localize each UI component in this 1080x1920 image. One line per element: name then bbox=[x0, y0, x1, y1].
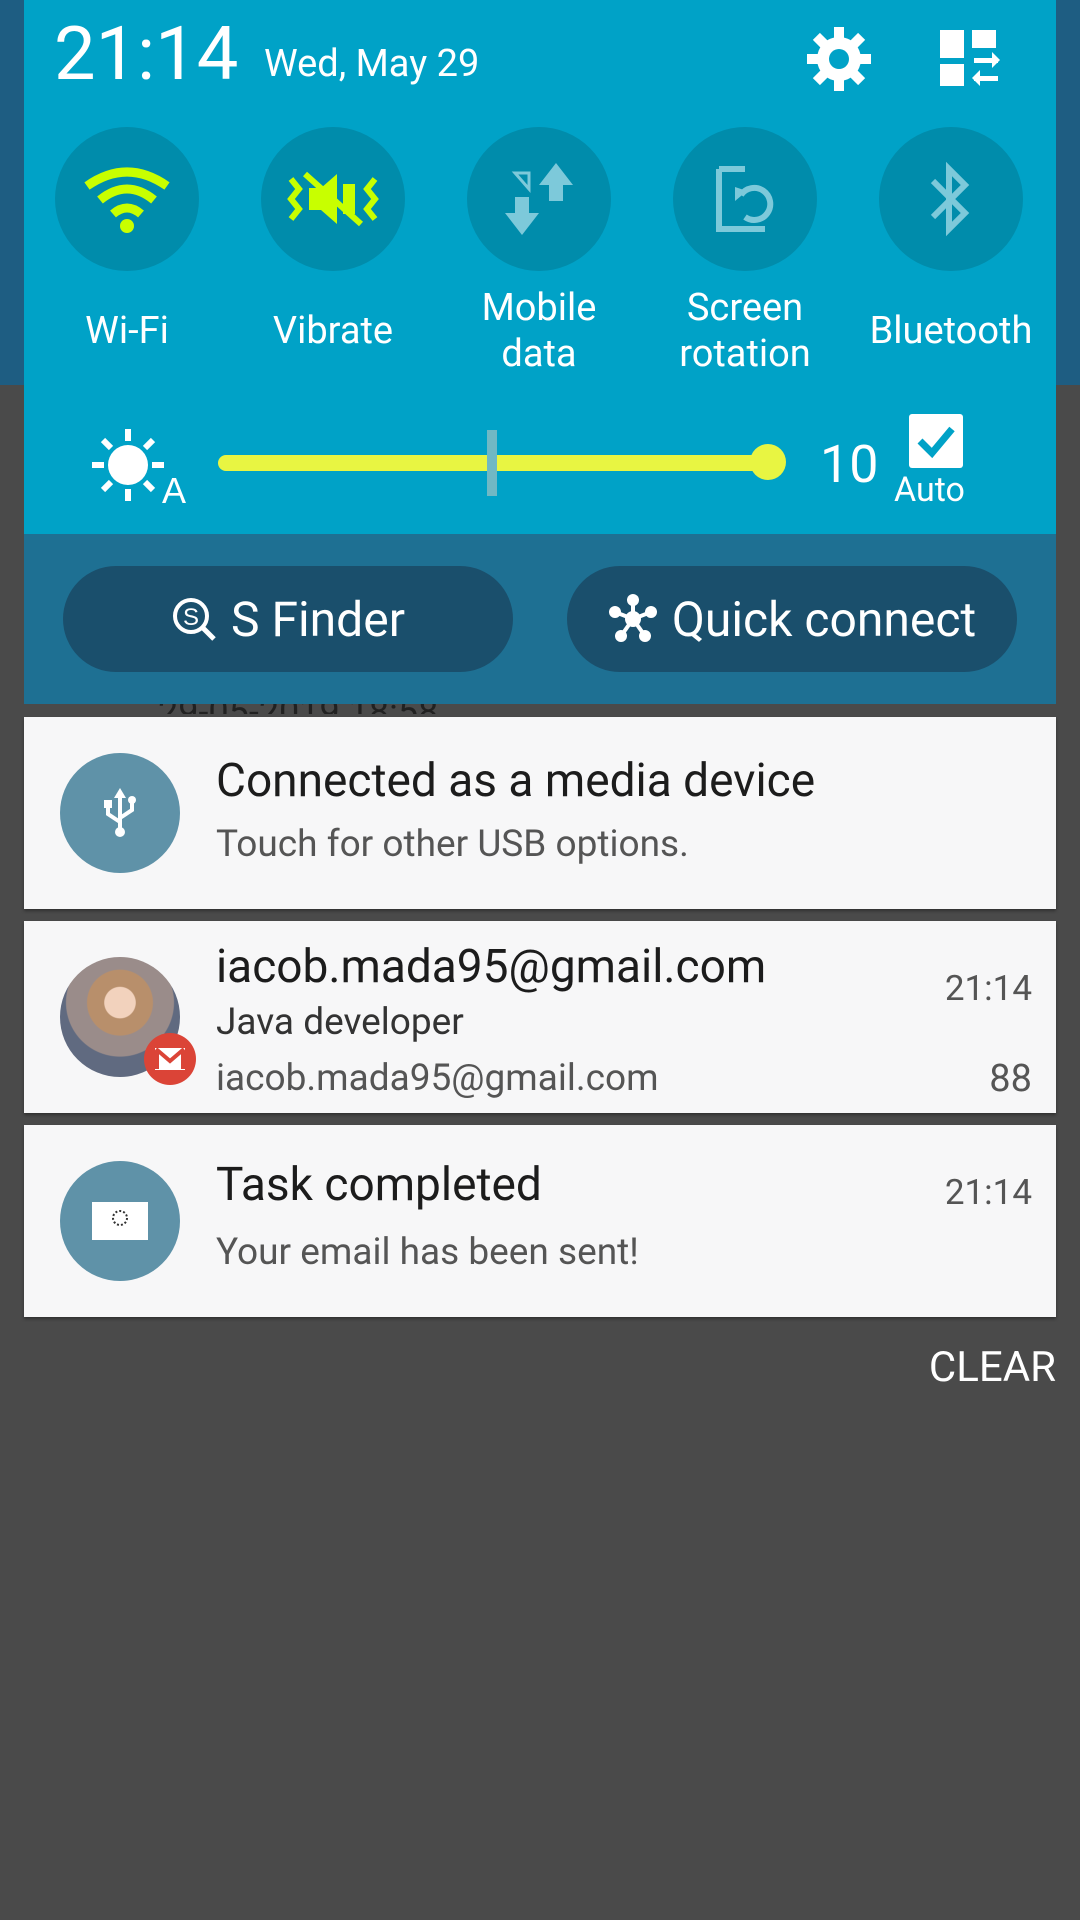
s-finder-button[interactable]: S S Finder bbox=[63, 566, 513, 672]
toggle-vibrate-label: Vibrate bbox=[272, 309, 394, 353]
status-time: 21:14 bbox=[54, 11, 239, 98]
auto-brightness-label: Auto bbox=[894, 470, 965, 510]
gmail-icon bbox=[154, 1047, 186, 1070]
gmail-badge bbox=[144, 1033, 196, 1085]
brightness-slider-marker bbox=[487, 430, 497, 496]
email-sent-icon bbox=[92, 1202, 148, 1240]
quick-settings-panel: 21:14 Wed, May 29 Wi-Fi Vibrate Mobile d… bbox=[24, 0, 1056, 534]
brightness-value: 10 bbox=[820, 434, 879, 495]
toggle-wifi-label: Wi-Fi bbox=[85, 309, 169, 353]
vibrate-icon bbox=[287, 171, 379, 227]
usb-icon bbox=[104, 788, 136, 837]
toggle-bluetooth-label: Bluetooth bbox=[869, 309, 1033, 353]
edit-toggles-icon[interactable] bbox=[934, 24, 1004, 94]
notification-account: iacob.mada95@gmail.com bbox=[216, 1057, 659, 1100]
quick-connect-button[interactable]: Quick connect bbox=[567, 566, 1017, 672]
brightness-slider-thumb[interactable] bbox=[750, 444, 786, 480]
auto-brightness-icon: A bbox=[92, 429, 186, 505]
quick-connect-icon bbox=[608, 594, 657, 642]
toggle-wifi[interactable]: Wi-Fi bbox=[24, 127, 230, 381]
notification-title: Connected as a media device bbox=[216, 754, 816, 808]
mobile-data-icon bbox=[505, 163, 573, 235]
settings-gear-icon[interactable] bbox=[804, 24, 874, 94]
notification-subject: Java developer bbox=[216, 1001, 464, 1044]
status-date: Wed, May 29 bbox=[264, 42, 480, 86]
svg-text:A: A bbox=[162, 470, 186, 505]
notification-title: Task completed bbox=[216, 1158, 542, 1212]
notification-title: iacob.mada95@gmail.com bbox=[216, 940, 767, 994]
quick-connect-label: Quick connect bbox=[671, 590, 977, 648]
bluetooth-icon bbox=[930, 161, 970, 237]
toggle-screen-rotation[interactable]: Screen rotation bbox=[642, 127, 848, 381]
notification-time: 21:14 bbox=[944, 1172, 1032, 1213]
clear-button[interactable]: CLEAR bbox=[929, 1342, 1056, 1394]
notification-gmail[interactable]: iacob.mada95@gmail.com 21:14 Java develo… bbox=[24, 921, 1056, 1113]
notification-text: Touch for other USB options. bbox=[216, 823, 689, 866]
task-notification-avatar bbox=[60, 1161, 180, 1281]
wifi-icon bbox=[84, 167, 170, 233]
toggle-mobile-data[interactable]: Mobile data bbox=[436, 127, 642, 381]
notification-usb[interactable]: Connected as a media device Touch for ot… bbox=[24, 717, 1056, 909]
notification-task[interactable]: Task completed 21:14 Your email has been… bbox=[24, 1125, 1056, 1317]
auto-brightness-checkbox[interactable] bbox=[909, 414, 963, 468]
usb-notification-avatar bbox=[60, 753, 180, 873]
notification-text: Your email has been sent! bbox=[216, 1231, 639, 1274]
toggle-screen-rotation-label: Screen rotation bbox=[679, 286, 811, 376]
svg-text:S: S bbox=[183, 604, 199, 631]
toggle-bluetooth[interactable]: Bluetooth bbox=[848, 127, 1054, 381]
checkmark-icon bbox=[917, 426, 955, 459]
screen-rotation-icon bbox=[716, 166, 774, 232]
notification-time: 21:14 bbox=[944, 968, 1032, 1009]
notification-count: 88 bbox=[989, 1057, 1032, 1101]
toggle-mobile-data-label: Mobile data bbox=[481, 286, 597, 376]
s-finder-label: S Finder bbox=[231, 590, 405, 648]
s-finder-icon: S bbox=[173, 598, 216, 641]
toggle-vibrate[interactable]: Vibrate bbox=[230, 127, 436, 381]
